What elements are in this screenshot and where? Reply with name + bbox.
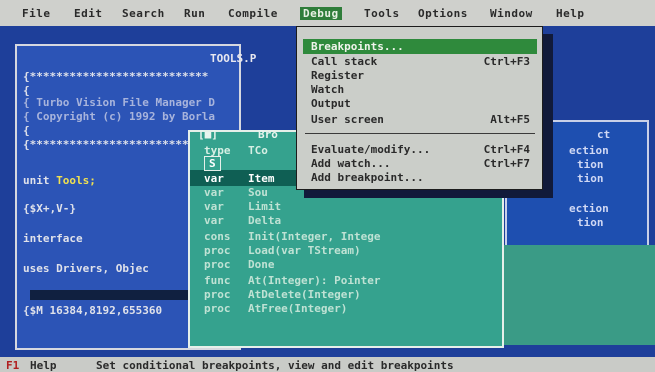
menu-item-call-stack[interactable]: Call stack	[311, 55, 377, 68]
row-kind: var	[204, 214, 224, 227]
menu-options[interactable]: Options	[418, 7, 468, 20]
menu-item-register[interactable]: Register	[311, 69, 364, 82]
menu-item-evaluate[interactable]: Evaluate/modify...	[311, 143, 430, 156]
row-name[interactable]: Load(var TStream)	[248, 244, 361, 257]
keyword: unit	[23, 174, 50, 187]
row-kind: func	[204, 274, 231, 287]
row-name[interactable]: At(Integer): Pointer	[248, 274, 380, 287]
status-message: Set conditional breakpoints, view and ed…	[96, 359, 454, 372]
row-name[interactable]: Sou	[248, 186, 268, 199]
row-name[interactable]: Limit	[248, 200, 281, 213]
menu-file[interactable]: File	[22, 7, 51, 20]
menu-compile[interactable]: Compile	[228, 7, 278, 20]
window-text: ct	[597, 128, 611, 141]
menu-help[interactable]: Help	[556, 7, 585, 20]
code-line: {	[23, 124, 30, 137]
scope-box[interactable]: S	[204, 156, 221, 171]
shortcut: Alt+F5	[490, 113, 530, 126]
code-line: {***************************	[23, 138, 209, 151]
row-kind: proc	[204, 258, 231, 271]
menu-debug[interactable]: Debug	[300, 7, 342, 20]
menu-bar: File Edit Search Run Compile Debug Tools…	[0, 0, 655, 26]
code-line: {***************************	[23, 70, 209, 83]
code-line: unit Tools;	[23, 174, 96, 187]
row-name[interactable]: Done	[248, 258, 275, 271]
code-line: interface	[23, 232, 83, 245]
code-line: uses Drivers, Objec	[23, 262, 149, 275]
help-label[interactable]: Help	[30, 359, 57, 372]
row-kind: proc	[204, 302, 231, 315]
row-kind: var	[204, 200, 224, 213]
menu-edit[interactable]: Edit	[74, 7, 103, 20]
row-kind: cons	[204, 230, 231, 243]
code-line: { Copyright (c) 1992 by Borla	[23, 110, 216, 123]
editor-title: TOOLS.P	[210, 52, 257, 65]
window-text: ection	[569, 144, 609, 157]
menu-search[interactable]: Search	[122, 7, 165, 20]
menu-item-add-watch[interactable]: Add watch...	[311, 157, 390, 170]
menu-item-breakpoints[interactable]: Breakpoints...	[311, 40, 404, 53]
window-text: ection	[569, 202, 609, 215]
window-text: tion	[577, 216, 604, 229]
menu-separator	[305, 133, 535, 134]
menu-window[interactable]: Window	[490, 7, 533, 20]
help-key[interactable]: F1	[6, 359, 19, 372]
status-bar: F1 Help Set conditional breakpoints, vie…	[0, 357, 655, 372]
shortcut: Ctrl+F3	[483, 55, 530, 68]
row-name[interactable]: AtFree(Integer)	[248, 302, 347, 315]
row-name[interactable]: Item	[248, 172, 275, 185]
row-kind: var	[204, 172, 224, 185]
column-header: TCo	[248, 144, 268, 157]
code-line: {$M 16384,8192,655360	[23, 304, 163, 317]
menu-run[interactable]: Run	[184, 7, 205, 20]
shortcut: Ctrl+F7	[483, 157, 530, 170]
menu-item-output[interactable]: Output	[311, 97, 351, 110]
menu-item-user-screen[interactable]: User screen	[311, 113, 384, 126]
row-name[interactable]: Delta	[248, 214, 281, 227]
menu-item-add-breakpoint[interactable]: Add breakpoint...	[311, 171, 424, 184]
code-line: {$X+,V-}	[23, 202, 76, 215]
unit-name: Tools;	[56, 174, 96, 187]
debug-menu: Breakpoints... Call stack Ctrl+F3 Regist…	[296, 26, 543, 190]
row-kind: proc	[204, 288, 231, 301]
row-kind: var	[204, 186, 224, 199]
menu-item-watch[interactable]: Watch	[311, 83, 344, 96]
shortcut: Ctrl+F4	[483, 143, 530, 156]
row-name[interactable]: AtDelete(Integer)	[248, 288, 361, 301]
window-text: tion	[577, 158, 604, 171]
window-text: tion	[577, 172, 604, 185]
editor-scrollbar[interactable]	[30, 290, 190, 300]
row-kind: proc	[204, 244, 231, 257]
code-line: { Turbo Vision File Manager D	[23, 96, 216, 109]
row-name[interactable]: Init(Integer, Intege	[248, 230, 380, 243]
menu-tools[interactable]: Tools	[364, 7, 400, 20]
